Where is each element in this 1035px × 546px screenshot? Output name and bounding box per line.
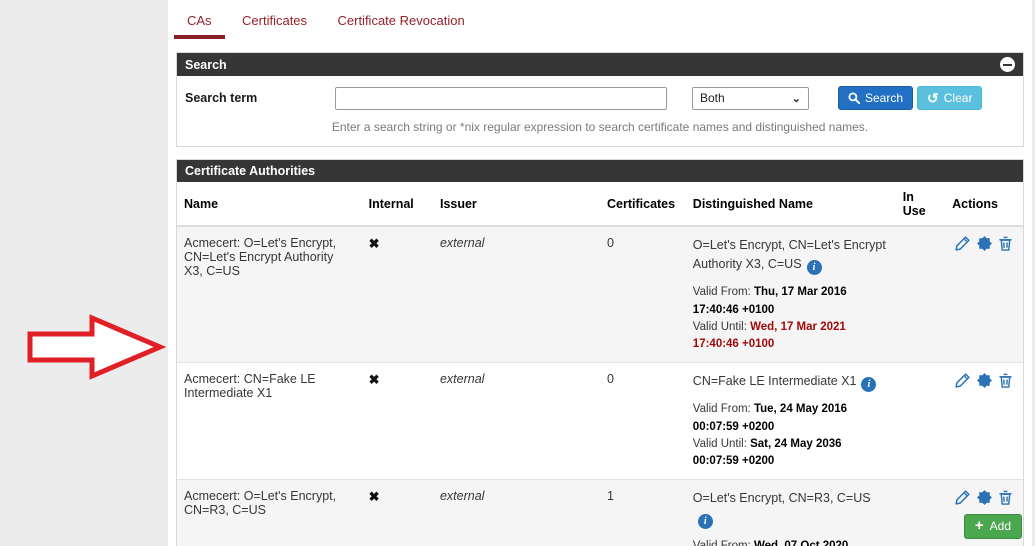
tab-certificates[interactable]: Certificates [229, 6, 320, 35]
delete-icon[interactable] [998, 490, 1013, 505]
export-certificate-icon[interactable] [976, 489, 992, 505]
ca-certificates-count: 0 [600, 225, 686, 363]
col-certificates: Certificates [600, 182, 686, 227]
delete-icon[interactable] [998, 373, 1013, 388]
ca-panel: Certificate Authorities Name Internal Is… [176, 159, 1024, 546]
search-panel-header: Search [177, 53, 1023, 76]
ca-internal: ✖ [361, 479, 433, 546]
search-panel: Search Search term Both ⌄ Search ↺ Clear… [176, 52, 1024, 147]
col-name: Name [177, 182, 362, 227]
chevron-down-icon: ⌄ [791, 92, 801, 105]
x-mark-icon: ✖ [368, 489, 380, 505]
col-internal: Internal [361, 182, 433, 227]
table-header-row: Name Internal Issuer Certificates Distin… [177, 182, 1023, 227]
content-area: CAs Certificates Certificate Revocation … [168, 0, 1032, 546]
x-mark-icon: ✖ [368, 372, 380, 388]
clear-button[interactable]: ↺ Clear [917, 86, 983, 110]
page: CAs Certificates Certificate Revocation … [0, 0, 1035, 546]
ca-panel-header: Certificate Authorities [177, 160, 1023, 182]
col-issuer: Issuer [432, 182, 600, 227]
ca-internal: ✖ [361, 362, 433, 480]
ca-certificates-count: 1 [600, 479, 686, 546]
ca-name: Acmecert: O=Let's Encrypt, CN=R3, C=US [177, 479, 362, 546]
search-icon [848, 92, 860, 104]
clear-button-label: Clear [943, 91, 973, 105]
ca-table: Name Internal Issuer Certificates Distin… [177, 182, 1023, 546]
edit-icon[interactable] [955, 236, 970, 251]
search-scope-value: Both [700, 91, 725, 105]
delete-icon[interactable] [998, 236, 1013, 251]
ca-issuer: external [432, 362, 600, 480]
ca-name: Acmecert: O=Let's Encrypt, CN=Let's Encr… [177, 225, 362, 363]
ca-issuer: external [432, 225, 600, 363]
ca-internal: ✖ [361, 225, 433, 363]
info-icon[interactable]: i [697, 513, 713, 529]
col-dn: Distinguished Name [685, 182, 896, 227]
ca-distinguished-name: O=Let's Encrypt, CN=Let's Encrypt Author… [685, 225, 896, 363]
ca-in-use [895, 479, 946, 546]
ca-actions [945, 362, 1023, 480]
ca-certificates-count: 0 [600, 362, 686, 480]
ca-issuer: external [432, 479, 600, 546]
ca-name: Acmecert: CN=Fake LE Intermediate X1 [177, 362, 362, 480]
search-scope-select[interactable]: Both ⌄ [692, 86, 809, 110]
info-icon[interactable]: i [806, 260, 822, 276]
search-button-label: Search [865, 91, 904, 105]
collapse-icon[interactable] [1000, 57, 1015, 72]
table-row: Acmecert: O=Let's Encrypt, CN=R3, C=US ✖… [177, 479, 1023, 546]
tab-certificate-revocation[interactable]: Certificate Revocation [325, 6, 478, 35]
edit-icon[interactable] [955, 489, 970, 505]
valid-from: Valid From: Wed, 07 Oct 2020 21:21:40 +0… [692, 539, 849, 546]
ca-distinguished-name: CN=Fake LE Intermediate X1 i Valid From: … [685, 362, 896, 480]
ca-actions [945, 225, 1023, 363]
search-panel-title: Search [185, 57, 227, 72]
valid-from: Valid From: Tue, 24 May 2016 00:07:59 +0… [692, 403, 848, 433]
x-mark-icon: ✖ [368, 236, 380, 251]
red-arrow-annotation [27, 314, 167, 380]
add-button-label: Add [989, 519, 1011, 533]
add-button[interactable]: + Add [963, 514, 1022, 539]
export-certificate-icon[interactable] [976, 236, 992, 252]
col-in-use: In Use [895, 182, 946, 227]
ca-in-use [895, 225, 946, 363]
search-term-label: Search term [185, 91, 258, 105]
ca-table-body: Acmecert: O=Let's Encrypt, CN=Let's Encr… [177, 225, 1023, 546]
table-row: Acmecert: O=Let's Encrypt, CN=Let's Encr… [177, 225, 1023, 363]
edit-icon[interactable] [955, 372, 970, 388]
export-certificate-icon[interactable] [976, 372, 992, 388]
search-help-text: Enter a search string or *nix regular ex… [331, 120, 869, 134]
plus-icon: + [974, 517, 984, 534]
table-row: Acmecert: CN=Fake LE Intermediate X1 ✖ e… [177, 362, 1023, 480]
tab-bar: CAs Certificates Certificate Revocation [168, 0, 1032, 40]
undo-icon: ↺ [927, 90, 939, 106]
tab-cas[interactable]: CAs [174, 6, 225, 39]
search-panel-body: Search term Both ⌄ Search ↺ Clear Enter … [177, 76, 1023, 146]
ca-panel-title: Certificate Authorities [185, 164, 316, 178]
valid-from: Valid From: Thu, 17 Mar 2016 17:40:46 +0… [692, 286, 847, 316]
ca-distinguished-name: O=Let's Encrypt, CN=R3, C=USi Valid From… [685, 479, 896, 546]
search-input[interactable] [335, 86, 667, 110]
ca-in-use [895, 362, 946, 480]
valid-until: Valid Until: Wed, 17 Mar 2021 17:40:46 +… [692, 320, 846, 351]
col-actions: Actions [945, 182, 1023, 227]
valid-until: Valid Until: Sat, 24 May 2036 00:07:59 +… [692, 437, 842, 468]
info-icon[interactable]: i [861, 377, 877, 393]
search-button[interactable]: Search [838, 86, 914, 110]
